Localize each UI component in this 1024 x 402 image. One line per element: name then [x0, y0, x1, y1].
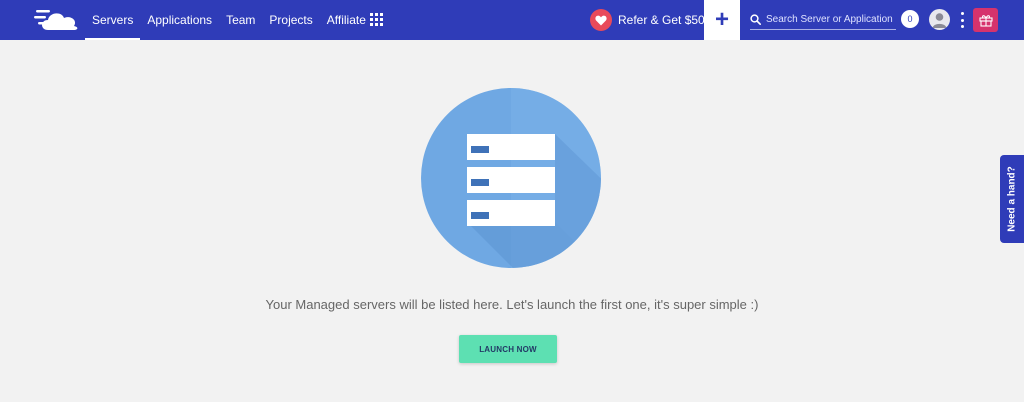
gift-icon	[978, 15, 993, 27]
main-nav: Servers Applications Team Projects Affil…	[85, 0, 373, 40]
refer-label: Refer & Get $50	[618, 13, 705, 27]
user-avatar-icon[interactable]	[929, 9, 950, 30]
server-stack-icon	[421, 88, 601, 268]
search-input[interactable]	[766, 14, 894, 25]
cloud-logo-icon[interactable]	[34, 6, 80, 34]
nav-applications[interactable]: Applications	[140, 0, 219, 40]
nav-affiliate[interactable]: Affiliate	[320, 0, 373, 40]
grid-icon[interactable]	[370, 13, 383, 26]
launch-now-button[interactable]: LAUNCH NOW	[459, 335, 557, 363]
nav-servers[interactable]: Servers	[85, 0, 141, 40]
refer-button[interactable]: Refer & Get $50	[590, 8, 705, 32]
kebab-menu-icon[interactable]	[959, 12, 965, 28]
top-navbar: Servers Applications Team Projects Affil…	[0, 0, 1024, 40]
gift-button[interactable]	[973, 8, 998, 32]
heart-icon	[590, 9, 612, 31]
empty-state-message: Your Managed servers will be listed here…	[265, 297, 759, 312]
search-box	[750, 10, 896, 30]
search-icon	[750, 14, 761, 25]
nav-projects[interactable]: Projects	[262, 0, 319, 40]
need-a-hand-tab[interactable]: Need a hand?	[1000, 155, 1024, 243]
notification-count-badge[interactable]: 0	[901, 10, 919, 28]
nav-team[interactable]: Team	[219, 0, 262, 40]
add-button[interactable]: +	[704, 0, 740, 40]
need-a-hand-label: Need a hand?	[1006, 166, 1018, 232]
